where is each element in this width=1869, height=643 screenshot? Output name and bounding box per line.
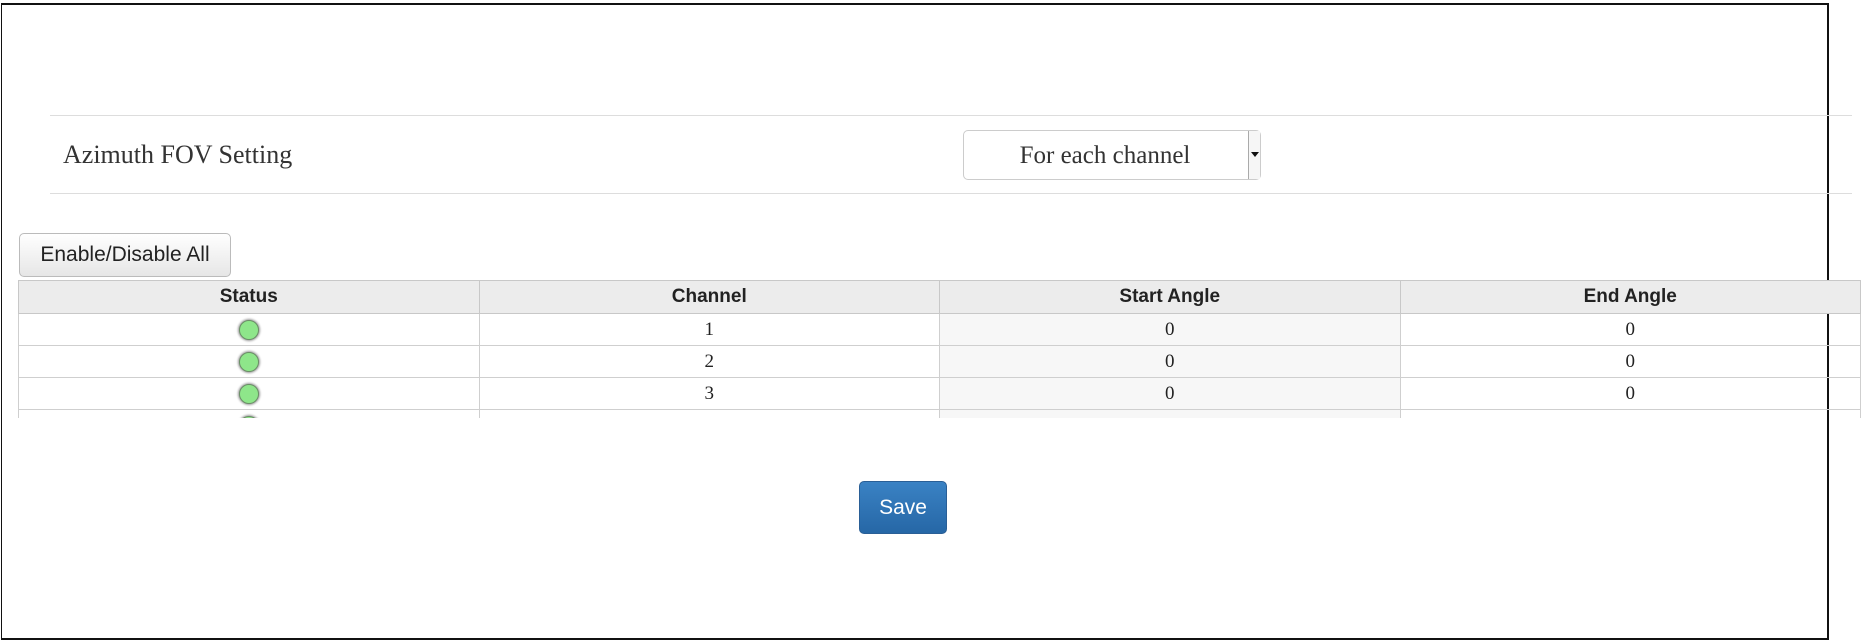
table-row: 2 0 0 [18,345,1861,378]
end-angle-cell[interactable] [1399,409,1861,418]
status-indicator-icon[interactable] [238,384,259,405]
status-cell [18,313,480,346]
azimuth-fov-select-value: For each channel [1019,142,1191,169]
table-header-row: Status Channel Start Angle End Angle [18,280,1861,314]
azimuth-fov-label: Azimuth FOV Setting [63,140,293,169]
azimuth-fov-setting-row: Azimuth FOV Setting For each channel [50,115,1852,194]
channel-table: Status Channel Start Angle End Angle 1 0… [18,280,1861,418]
status-cell [18,345,480,378]
column-header-channel: Channel [478,280,940,314]
table-row: 1 0 0 [18,313,1861,346]
start-angle-cell[interactable] [939,409,1401,418]
table-row [18,409,1861,418]
status-cell [18,377,480,410]
column-header-status: Status [18,280,480,314]
channel-table-scroll[interactable]: Status Channel Start Angle End Angle 1 0… [18,280,1861,418]
table-row: 3 0 0 [18,377,1861,410]
end-angle-cell[interactable]: 0 [1399,345,1861,378]
save-button[interactable]: Save [859,481,947,534]
status-cell [18,409,480,418]
start-angle-cell[interactable]: 0 [939,377,1401,410]
status-indicator-icon[interactable] [238,320,259,341]
channel-cell: 1 [478,313,940,346]
column-header-end-angle: End Angle [1399,280,1861,314]
end-angle-cell[interactable]: 0 [1399,313,1861,346]
status-indicator-icon[interactable] [238,352,259,373]
column-header-start-angle: Start Angle [939,280,1401,314]
end-angle-cell[interactable]: 0 [1399,377,1861,410]
start-angle-cell[interactable]: 0 [939,345,1401,378]
channel-cell: 3 [478,377,940,410]
enable-disable-all-button[interactable]: Enable/Disable All [19,233,231,277]
azimuth-fov-select[interactable]: For each channel [963,130,1261,180]
chevron-down-icon [1248,131,1260,179]
status-indicator-icon[interactable] [238,416,259,418]
channel-cell: 2 [478,345,940,378]
channel-cell [478,409,940,418]
start-angle-cell[interactable]: 0 [939,313,1401,346]
